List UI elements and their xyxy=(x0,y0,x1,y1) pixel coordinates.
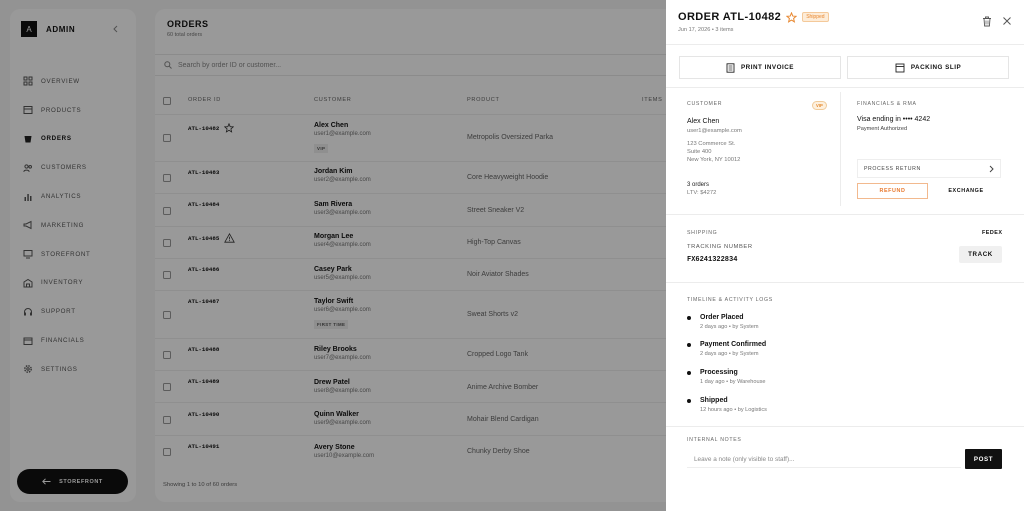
vip-badge: VIP xyxy=(812,101,827,110)
divider xyxy=(840,92,841,206)
timeline-event-meta: 1 day ago • by Warehouse xyxy=(700,379,766,385)
order-title-text: ORDER ATL-10482 xyxy=(678,11,782,23)
timeline-event-title: Processing xyxy=(700,369,738,376)
packing-slip-button[interactable]: PACKING SLIP xyxy=(847,56,1009,79)
timeline-event-title: Payment Confirmed xyxy=(700,341,767,348)
timeline-event-title: Order Placed xyxy=(700,314,744,321)
timeline-dot xyxy=(687,371,691,375)
invoice-icon xyxy=(726,62,735,73)
card-info: Visa ending in •••• 4242 xyxy=(857,116,931,123)
print-invoice-label: PRINT INVOICE xyxy=(740,64,795,71)
address-line-2: Suite 400 xyxy=(687,149,712,155)
order-title: ORDER ATL-10482 Shipped xyxy=(678,11,829,23)
process-return-button[interactable]: PROCESS RETURN xyxy=(857,159,1001,178)
customer-email[interactable]: user1@example.com xyxy=(687,128,742,134)
customer-ltv: LTV: $4272 xyxy=(687,190,717,196)
process-return-label: PROCESS RETURN xyxy=(864,165,921,172)
address-line-3: New York, NY 10012 xyxy=(687,157,741,163)
divider xyxy=(666,44,1024,45)
timeline-dot xyxy=(687,399,691,403)
refund-button[interactable]: REFUND xyxy=(857,183,928,199)
tracking-number[interactable]: FX6241322834 xyxy=(687,256,737,264)
timeline-event-meta: 2 days ago • by System xyxy=(700,351,759,357)
notes-section-label: INTERNAL NOTES xyxy=(687,437,742,443)
trash-icon[interactable] xyxy=(982,16,992,27)
track-button[interactable]: TRACK xyxy=(959,246,1002,263)
exchange-button[interactable]: EXCHANGE xyxy=(931,183,1001,199)
timeline-event-title: Shipped xyxy=(700,397,728,404)
note-input[interactable] xyxy=(687,451,961,468)
customer-name[interactable]: Alex Chen xyxy=(687,118,719,125)
chevron-right-icon xyxy=(989,165,994,172)
shipping-section-label: SHIPPING xyxy=(687,230,718,236)
modal-backdrop[interactable] xyxy=(0,0,666,511)
close-icon[interactable] xyxy=(1002,16,1012,26)
timeline-event-meta: 12 hours ago • by Logistics xyxy=(700,407,767,413)
customer-section-label: CUSTOMER xyxy=(687,101,723,107)
divider xyxy=(666,214,1024,215)
divider xyxy=(666,282,1024,283)
divider xyxy=(666,426,1024,427)
timeline-dot xyxy=(687,316,691,320)
order-detail-drawer: ORDER ATL-10482 Shipped Jun 17, 2026 • 3… xyxy=(666,0,1024,511)
drawer-actions xyxy=(982,16,1012,27)
packing-slip-label: PACKING SLIP xyxy=(910,64,962,71)
timeline-event-meta: 2 days ago • by System xyxy=(700,324,759,330)
carrier-name: FEDEX xyxy=(982,230,1003,236)
address-line-1: 123 Commerce St. xyxy=(687,141,736,147)
timeline-dot xyxy=(687,343,691,347)
customer-order-count: 3 orders xyxy=(687,182,710,188)
tracking-label: TRACKING NUMBER xyxy=(687,244,753,250)
star-icon[interactable] xyxy=(786,11,798,23)
package-icon xyxy=(895,63,905,72)
financials-section-label: FINANCIALS & RMA xyxy=(857,101,917,107)
payment-status: Payment Authorized xyxy=(857,126,908,132)
divider xyxy=(666,87,1024,88)
timeline-section-label: TIMELINE & ACTIVITY LOGS xyxy=(687,297,773,303)
order-subtitle: Jun 17, 2026 • 3 items xyxy=(678,27,734,33)
print-invoice-button[interactable]: PRINT INVOICE xyxy=(679,56,841,79)
post-note-button[interactable]: POST xyxy=(965,449,1002,469)
status-badge: Shipped xyxy=(802,12,829,22)
